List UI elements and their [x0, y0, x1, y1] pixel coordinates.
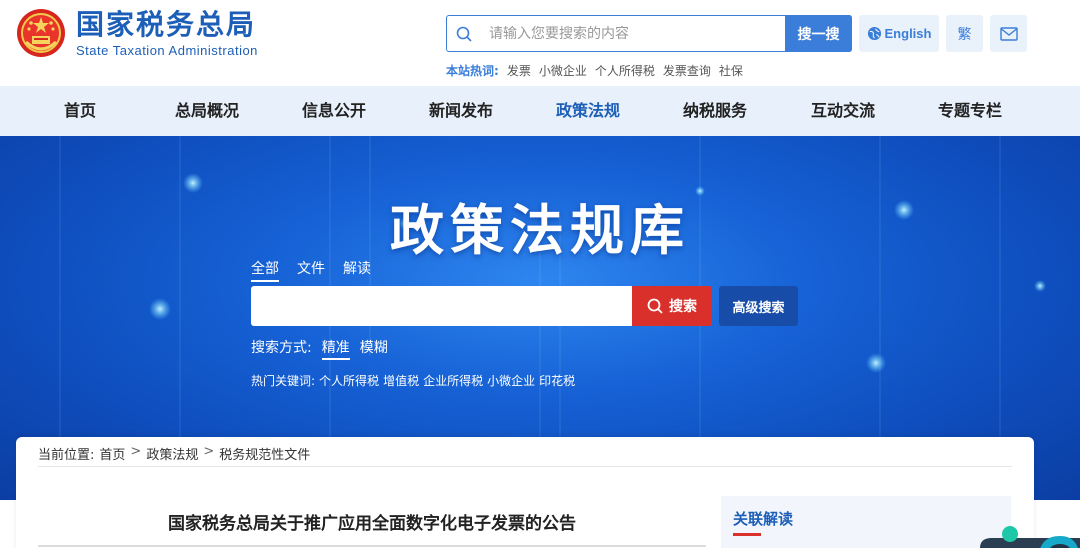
nav-item-special-topics[interactable]: 专题专栏 — [915, 86, 1025, 136]
nav-item-overview[interactable]: 总局概况 — [152, 86, 262, 136]
title-divider — [38, 545, 706, 547]
banner-title: 政策法规库 — [390, 198, 690, 262]
policy-search-label: 搜索 — [669, 299, 697, 315]
main-nav: 首页 总局概况 信息公开 新闻发布 政策法规 纳税服务 互动交流 专题专栏 — [0, 86, 1080, 136]
breadcrumb-item-home[interactable]: 首页 — [99, 444, 125, 463]
title-accent-bar — [733, 533, 761, 536]
tab-interpretations[interactable]: 解读 — [343, 258, 371, 282]
traditional-chinese-button[interactable]: 繁 — [946, 15, 983, 52]
related-interpretations-title: 关联解读 — [733, 510, 794, 528]
site-search-button[interactable]: 搜一搜 — [785, 15, 852, 52]
search-icon — [447, 16, 481, 51]
hot-word-link[interactable]: 社保 — [719, 62, 743, 79]
search-scope-tabs: 全部 文件 解读 — [251, 258, 371, 282]
breadcrumb-label: 当前位置: — [38, 448, 95, 463]
article-title: 国家税务总局关于推广应用全面数字化电子发票的公告 — [168, 514, 576, 534]
policy-search-input[interactable] — [251, 286, 632, 326]
hot-keyword-link[interactable]: 小微企业 — [487, 372, 535, 389]
mail-icon — [999, 26, 1018, 41]
floating-assistant-widget[interactable] — [976, 522, 1080, 548]
breadcrumb-item-policy[interactable]: 政策法规 — [146, 444, 198, 463]
hot-word-link[interactable]: 发票查询 — [663, 62, 711, 79]
policy-search-button[interactable]: 搜索 — [632, 286, 712, 326]
breadcrumb-divider — [38, 466, 1012, 467]
hot-keyword-link[interactable]: 增值税 — [383, 372, 419, 389]
logo-english-name: State Taxation Administration — [76, 43, 258, 58]
mail-button[interactable] — [990, 15, 1027, 52]
mode-exact[interactable]: 精准 — [321, 337, 350, 360]
site-search-box: 搜一搜 — [446, 15, 852, 52]
search-mode-label: 搜索方式: — [251, 340, 312, 356]
site-search-input[interactable] — [481, 16, 785, 51]
site-logo[interactable]: 国家税务总局 State Taxation Administration — [16, 8, 258, 58]
logo-chinese-name: 国家税务总局 — [76, 8, 257, 41]
hot-word-link[interactable]: 小微企业 — [539, 62, 587, 79]
globe-icon — [867, 26, 881, 41]
tab-documents[interactable]: 文件 — [297, 258, 325, 282]
hot-word-link[interactable]: 发票 — [507, 62, 531, 79]
nav-item-news[interactable]: 新闻发布 — [406, 86, 516, 136]
nav-item-home[interactable]: 首页 — [25, 86, 135, 136]
content-card: 当前位置: 首页 > 政策法规 > 税务规范性文件 国家税务总局关于推广应用全面… — [16, 437, 1034, 548]
nav-item-info-disclosure[interactable]: 信息公开 — [279, 86, 389, 136]
breadcrumb-separator: > — [203, 444, 215, 459]
search-icon — [647, 298, 663, 314]
nav-item-interaction[interactable]: 互动交流 — [788, 86, 898, 136]
mode-fuzzy[interactable]: 模糊 — [360, 337, 388, 360]
nav-item-policy[interactable]: 政策法规 — [533, 86, 643, 136]
tab-all[interactable]: 全部 — [251, 258, 279, 282]
site-header: 国家税务总局 State Taxation Administration 搜一搜… — [0, 0, 1080, 86]
site-hot-words: 本站热词: 发票 小微企业 个人所得税 发票查询 社保 — [446, 62, 743, 79]
hot-words-label: 本站热词: — [446, 64, 499, 78]
english-label: English — [884, 26, 932, 41]
hot-keywords-label: 热门关键词: — [251, 374, 316, 388]
hot-keyword-link[interactable]: 个人所得税 — [319, 372, 379, 389]
english-version-button[interactable]: English — [859, 15, 939, 52]
related-interpretations-panel: 关联解读 — [721, 496, 1011, 548]
national-emblem-icon — [17, 9, 65, 57]
nav-item-tax-service[interactable]: 纳税服务 — [660, 86, 770, 136]
breadcrumb: 当前位置: 首页 > 政策法规 > 税务规范性文件 — [38, 444, 310, 463]
advanced-search-button[interactable]: 高级搜索 — [719, 286, 798, 326]
hot-keywords: 热门关键词: 个人所得税 增值税 企业所得税 小微企业 印花税 — [251, 372, 575, 389]
hot-keyword-link[interactable]: 印花税 — [539, 372, 575, 389]
hot-keyword-link[interactable]: 企业所得税 — [423, 372, 483, 389]
hot-word-link[interactable]: 个人所得税 — [595, 62, 655, 79]
search-mode: 搜索方式: 精准 模糊 — [251, 337, 388, 360]
breadcrumb-item-current[interactable]: 税务规范性文件 — [219, 444, 310, 463]
breadcrumb-separator: > — [130, 444, 142, 459]
policy-search-box: 搜索 — [251, 286, 712, 326]
